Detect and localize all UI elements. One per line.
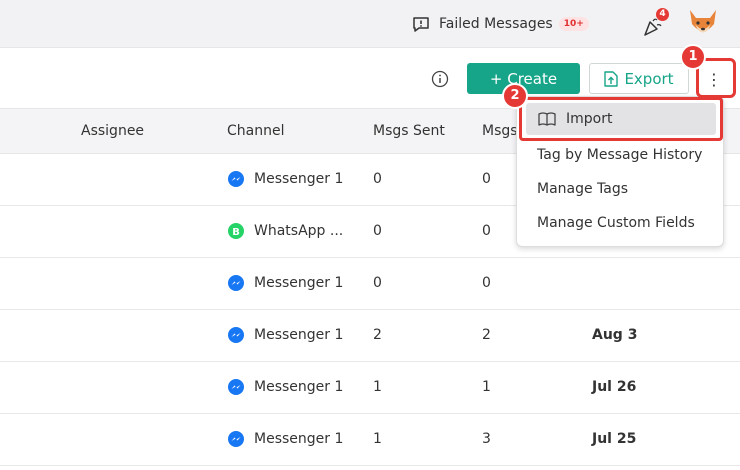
date-cell: Jul 25 — [592, 431, 637, 447]
date-cell: Aug 3 — [592, 327, 638, 343]
msgs-received-cell: 2 — [482, 327, 491, 343]
svg-text:B: B — [232, 227, 240, 238]
channel-name: Messenger 1 — [254, 327, 344, 343]
msgs-sent-cell: 0 — [373, 171, 382, 187]
failed-messages-badge: 10+ — [558, 17, 589, 31]
channel-cell: Messenger 1 — [228, 379, 343, 395]
menu-item-manage-tags[interactable]: Manage Tags — [537, 181, 628, 197]
channel-name: Messenger 1 — [254, 171, 344, 187]
notification-count: 4 — [656, 8, 669, 21]
date-cell: Jul 26 — [592, 379, 637, 395]
export-file-icon — [604, 70, 619, 87]
channel-name: Messenger 1 — [254, 431, 344, 447]
table-row[interactable]: Messenger 1 2 2 Aug 3 — [0, 310, 740, 362]
column-header-msgs-sent[interactable]: Msgs Sent — [373, 123, 445, 139]
info-icon[interactable] — [431, 70, 449, 88]
channel-cell: Messenger 1 — [228, 171, 343, 187]
whatsapp-icon: B — [228, 223, 244, 239]
messenger-icon — [228, 379, 244, 395]
msgs-sent-cell: 1 — [373, 379, 382, 395]
table-row[interactable]: Messenger 1 1 1 Jul 26 — [0, 362, 740, 414]
column-header-channel[interactable]: Channel — [227, 123, 284, 139]
export-label: Export — [624, 69, 674, 88]
column-header-assignee[interactable]: Assignee — [81, 123, 144, 139]
channel-cell: B WhatsApp ... — [228, 223, 343, 239]
channel-cell: Messenger 1 — [228, 327, 343, 343]
msgs-sent-cell: 2 — [373, 327, 382, 343]
create-label: + Create — [489, 69, 558, 88]
step-marker-2: 2 — [502, 83, 528, 109]
msgs-received-cell: 0 — [482, 275, 491, 291]
channel-name: Messenger 1 — [254, 379, 344, 395]
messenger-icon — [228, 275, 244, 291]
column-header-msgs[interactable]: Msgs — [482, 123, 518, 139]
fox-avatar-icon — [690, 10, 716, 33]
messenger-icon — [228, 431, 244, 447]
msgs-sent-cell: 0 — [373, 223, 382, 239]
channel-cell: Messenger 1 — [228, 431, 343, 447]
failed-messages-label: Failed Messages — [439, 16, 553, 32]
highlight-box-import — [519, 97, 723, 141]
msgs-received-cell: 0 — [482, 223, 491, 239]
avatar[interactable] — [684, 4, 722, 42]
menu-item-tag-by-message-history[interactable]: Tag by Message History — [537, 147, 702, 163]
failed-messages-link[interactable]: Failed Messages 10+ — [412, 13, 589, 35]
msgs-sent-cell: 1 — [373, 431, 382, 447]
messenger-icon — [228, 327, 244, 343]
export-button[interactable]: Export — [589, 63, 689, 94]
msgs-received-cell: 0 — [482, 171, 491, 187]
top-bar: Failed Messages 10+ 4 — [0, 0, 740, 48]
table-row[interactable]: Messenger 1 0 0 — [0, 258, 740, 310]
step-marker-1: 1 — [680, 44, 706, 70]
menu-item-manage-custom-fields[interactable]: Manage Custom Fields — [537, 215, 695, 231]
channel-cell: Messenger 1 — [228, 275, 343, 291]
table-row[interactable]: Messenger 1 1 3 Jul 25 — [0, 414, 740, 466]
channel-name: WhatsApp ... — [254, 223, 344, 239]
messenger-icon — [228, 171, 244, 187]
msgs-received-cell: 3 — [482, 431, 491, 447]
msgs-sent-cell: 0 — [373, 275, 382, 291]
msgs-received-cell: 1 — [482, 379, 491, 395]
channel-name: Messenger 1 — [254, 275, 344, 291]
alert-message-icon — [413, 17, 429, 32]
announcements-button[interactable]: 4 — [642, 8, 669, 37]
